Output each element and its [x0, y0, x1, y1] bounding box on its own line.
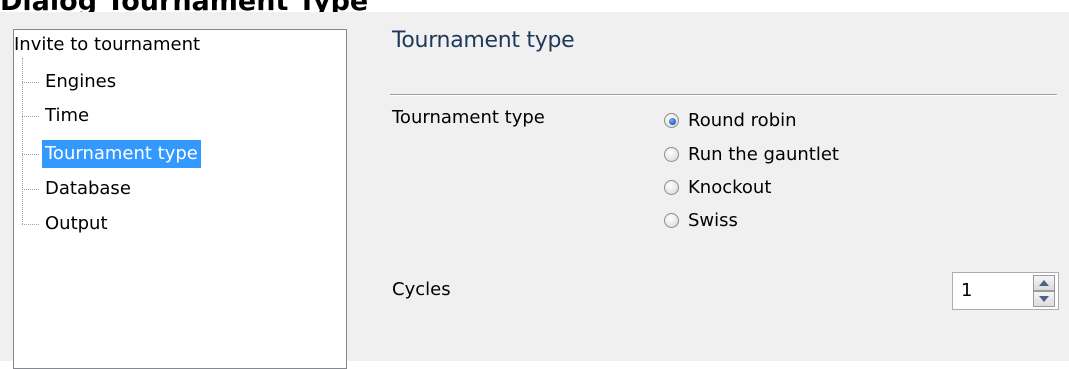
- tree-branch-line: [22, 82, 39, 83]
- cycles-label: Cycles: [392, 279, 451, 300]
- tree-item-label[interactable]: Time: [42, 102, 92, 130]
- tournament-type-label: Tournament type: [392, 107, 545, 128]
- cycles-spinbox[interactable]: 1: [952, 272, 1059, 310]
- tree-item-label[interactable]: Engines: [42, 68, 119, 96]
- spin-down-button[interactable]: [1033, 291, 1055, 307]
- section-title: Tournament type: [392, 28, 575, 53]
- cycles-value[interactable]: 1: [961, 279, 972, 303]
- tree-branch-line: [22, 154, 39, 155]
- arrow-up-icon: [1039, 280, 1049, 286]
- radio-label[interactable]: Round robin: [688, 108, 797, 134]
- tree-item-label[interactable]: Output: [42, 210, 111, 238]
- radio-label[interactable]: Run the gauntlet: [688, 142, 839, 168]
- radio-label[interactable]: Knockout: [688, 175, 771, 201]
- radio-label[interactable]: Swiss: [688, 208, 738, 234]
- arrow-down-icon: [1039, 296, 1049, 302]
- tree-branch-line: [22, 189, 39, 190]
- radio-checked-icon[interactable]: [664, 113, 679, 128]
- tree-branch-line: [22, 116, 39, 117]
- radio-unchecked-icon[interactable]: [664, 213, 679, 228]
- section-separator: [390, 94, 1057, 96]
- spin-up-button[interactable]: [1033, 275, 1055, 291]
- tree-item-label[interactable]: Database: [42, 175, 134, 203]
- tree-branch-line: [22, 224, 39, 225]
- dialog-body: Invite to tournament Engines Time Tourna…: [0, 12, 1069, 369]
- tree-root-invite-to-tournament[interactable]: Invite to tournament: [14, 33, 200, 57]
- tree-item-label[interactable]: Tournament type: [42, 140, 201, 168]
- radio-unchecked-icon[interactable]: [664, 147, 679, 162]
- radio-unchecked-icon[interactable]: [664, 180, 679, 195]
